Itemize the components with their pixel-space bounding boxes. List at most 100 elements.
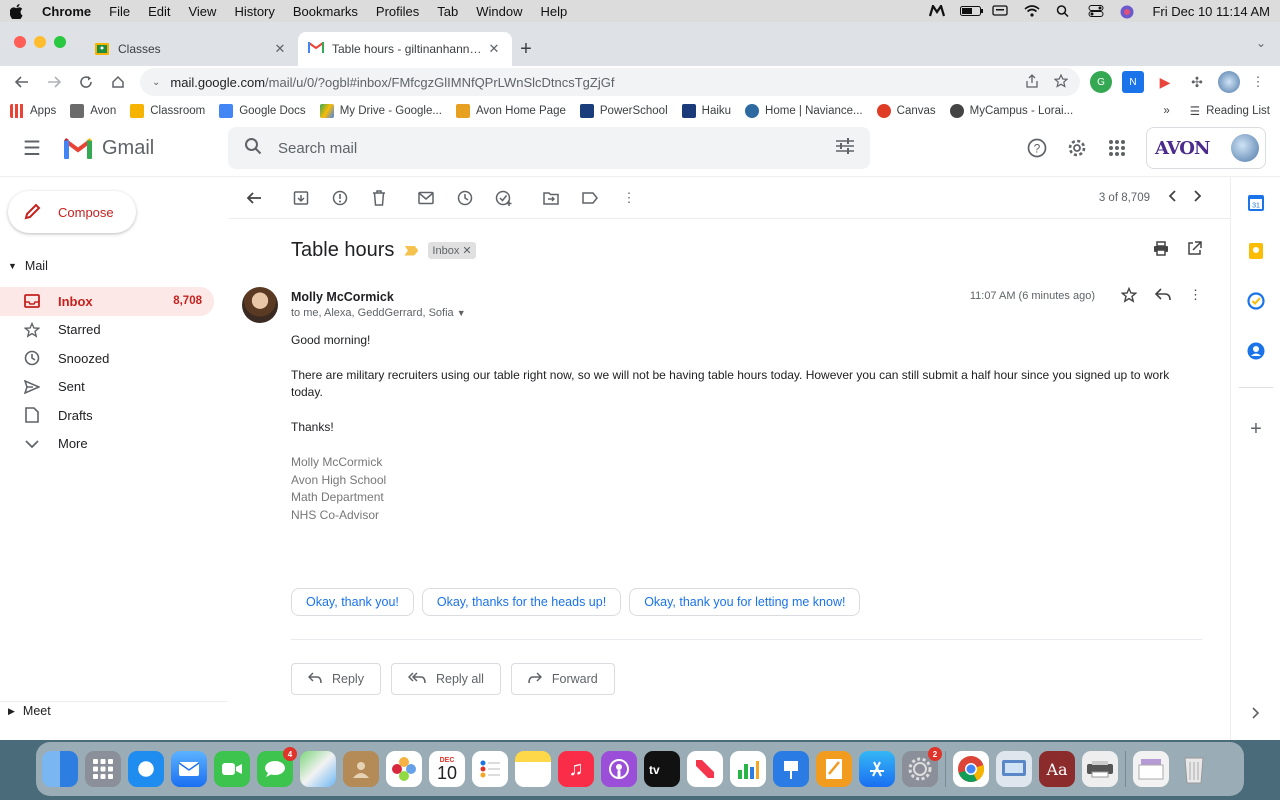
close-tab-icon[interactable]: ✕ (272, 41, 288, 57)
meet-section-header[interactable]: ▶ Meet (8, 704, 51, 718)
sidebar-item-more[interactable]: More (0, 430, 214, 459)
news-icon[interactable] (687, 751, 723, 787)
contacts-icon[interactable] (1246, 341, 1266, 361)
keep-icon[interactable] (1246, 241, 1266, 261)
bookmark-mycampus[interactable]: MyCampus - Lorai... (949, 103, 1073, 118)
inbox-label-chip[interactable]: Inbox ✕ (428, 242, 476, 259)
search-input[interactable]: Search mail (278, 140, 357, 157)
wifi-icon[interactable] (1024, 5, 1042, 17)
newer-chevron-left-icon[interactable] (1168, 190, 1176, 205)
gmail-logo[interactable]: Gmail (64, 137, 228, 160)
menu-window[interactable]: Window (476, 4, 522, 19)
zoom-window-button[interactable] (54, 36, 66, 48)
sender-avatar[interactable] (242, 287, 278, 323)
close-window-button[interactable] (14, 36, 26, 48)
preview-icon[interactable] (996, 751, 1032, 787)
bookmarks-overflow-icon[interactable]: » (1163, 105, 1169, 117)
music-icon[interactable]: ♫ (558, 751, 594, 787)
reading-list-button[interactable]: Reading List (1206, 105, 1270, 117)
close-tab-icon[interactable]: ✕ (486, 41, 502, 57)
show-details-icon[interactable]: ▼ (457, 308, 466, 318)
move-to-icon[interactable] (539, 186, 563, 210)
bookmark-google-docs[interactable]: Google Docs (219, 103, 306, 118)
malwarebytes-icon[interactable] (928, 3, 946, 17)
new-tab-button[interactable]: + (512, 32, 540, 66)
report-spam-icon[interactable] (328, 186, 352, 210)
contacts-app-icon[interactable] (343, 751, 379, 787)
photos-icon[interactable] (386, 751, 422, 787)
finder-icon[interactable] (42, 751, 78, 787)
pages-icon[interactable] (816, 751, 852, 787)
bookmark-apps[interactable]: Apps (10, 103, 56, 118)
screencast-extension-icon[interactable]: ▶ (1154, 71, 1176, 93)
extensions-puzzle-icon[interactable]: ✣ (1186, 71, 1208, 93)
mail-section-header[interactable]: ▼ Mail (8, 259, 48, 273)
back-to-inbox-icon[interactable] (242, 186, 266, 210)
hide-side-panel-chevron-icon[interactable] (1246, 703, 1266, 723)
bookmark-haiku[interactable]: Haiku (681, 103, 731, 118)
messages-icon[interactable]: 4 (257, 747, 297, 787)
notes-icon[interactable] (515, 751, 551, 787)
snooze-icon[interactable] (453, 186, 477, 210)
search-bar[interactable]: Search mail (228, 127, 870, 169)
bookmark-powerschool[interactable]: PowerSchool (579, 103, 668, 118)
downloads-stack-icon[interactable] (1133, 751, 1169, 787)
tasks-icon[interactable] (1246, 291, 1266, 311)
menu-history[interactable]: History (234, 4, 274, 19)
spotlight-icon[interactable] (1056, 5, 1074, 18)
smart-reply-button[interactable]: Okay, thank you! (291, 588, 414, 616)
apple-tv-icon[interactable]: tv (644, 751, 680, 787)
account-avatar[interactable] (1231, 134, 1259, 162)
dictionary-icon[interactable]: Aa (1039, 751, 1075, 787)
new-extension-icon[interactable]: N (1122, 71, 1144, 93)
safari-icon[interactable] (128, 751, 164, 787)
maps-icon[interactable] (300, 751, 336, 787)
label-icon[interactable] (578, 186, 602, 210)
reminders-icon[interactable] (472, 751, 508, 787)
sidebar-item-snoozed[interactable]: Snoozed (0, 344, 214, 373)
reply-button[interactable]: Reply (291, 663, 381, 695)
search-options-icon[interactable] (836, 138, 854, 158)
menu-view[interactable]: View (188, 4, 216, 19)
tab-search-icon[interactable]: ⌄ (1256, 36, 1266, 50)
bookmark-canvas[interactable]: Canvas (876, 103, 936, 118)
calendar-icon[interactable]: 31 (1246, 193, 1266, 213)
grammarly-extension-icon[interactable]: G (1090, 71, 1112, 93)
siri-icon[interactable] (1120, 5, 1138, 19)
importance-marker-icon[interactable] (404, 245, 419, 256)
printer-icon[interactable] (1082, 751, 1118, 787)
keynote-icon[interactable] (773, 751, 809, 787)
more-options-icon[interactable]: ⋮ (617, 186, 641, 210)
print-icon[interactable] (1153, 241, 1169, 259)
add-to-tasks-icon[interactable] (492, 186, 516, 210)
numbers-icon[interactable] (730, 751, 766, 787)
system-preferences-icon[interactable]: 2 (902, 747, 942, 787)
get-addons-plus-icon[interactable]: + (1246, 418, 1266, 440)
address-bar[interactable]: ⌄ mail.google.com/mail/u/0/?ogbl#inbox/F… (140, 68, 1080, 96)
back-button[interactable] (8, 68, 36, 96)
star-message-icon[interactable] (1120, 286, 1138, 306)
tab-classes[interactable]: Classes ✕ (84, 32, 298, 66)
bookmark-naviance[interactable]: Home | Naviance... (745, 103, 863, 118)
mark-unread-icon[interactable] (414, 186, 438, 210)
menu-file[interactable]: File (109, 4, 130, 19)
reply-icon[interactable] (1154, 287, 1171, 306)
main-menu-icon[interactable]: ☰ (0, 136, 64, 161)
apple-icon[interactable] (10, 3, 24, 19)
bookmark-avon-home-page[interactable]: Avon Home Page (455, 103, 566, 118)
sidebar-item-starred[interactable]: Starred (0, 316, 214, 345)
menu-profiles[interactable]: Profiles (376, 4, 419, 19)
sender-name[interactable]: Molly McCormick (291, 290, 394, 304)
remove-label-icon[interactable]: ✕ (462, 245, 471, 257)
share-icon[interactable] (1026, 73, 1038, 91)
battery-icon[interactable] (960, 5, 984, 17)
message-more-icon[interactable]: ⋮ (1189, 287, 1202, 306)
recipients[interactable]: to me, Alexa, GeddGerrard, Sofia ▼ (291, 307, 466, 319)
menu-tab[interactable]: Tab (437, 4, 458, 19)
menu-bookmarks[interactable]: Bookmarks (293, 4, 358, 19)
bookmark-my-drive[interactable]: My Drive - Google... (319, 103, 442, 118)
smart-reply-button[interactable]: Okay, thanks for the heads up! (421, 588, 622, 616)
sidebar-item-sent[interactable]: Sent (0, 373, 214, 402)
podcasts-icon[interactable] (601, 751, 637, 787)
launchpad-icon[interactable] (85, 751, 121, 787)
